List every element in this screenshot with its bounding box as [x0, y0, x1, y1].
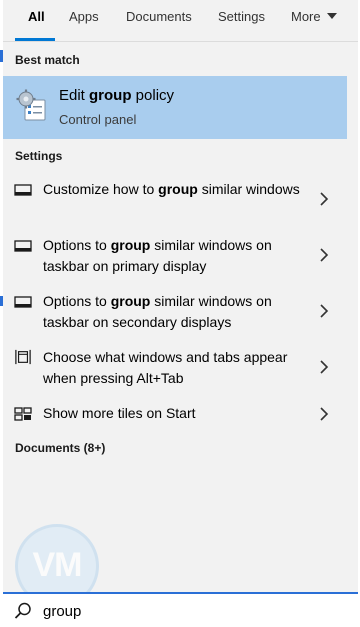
search-box[interactable]	[3, 592, 358, 627]
filter-tabs: All Apps Documents Settings More	[3, 0, 358, 41]
section-best-match: Best match	[15, 53, 80, 67]
settings-result-item[interactable]: Customize how to group similar windows	[3, 178, 347, 222]
settings-result-label: Options to group similar windows on task…	[43, 293, 272, 330]
tabs-divider	[3, 41, 358, 42]
search-panel: All Apps Documents Settings More Best ma…	[0, 0, 360, 627]
start-tiles-icon	[14, 407, 32, 421]
best-match-result[interactable]: Edit group policy Control panel	[3, 76, 347, 139]
taskbar-icon	[14, 240, 32, 252]
settings-result-label: Customize how to group similar windows	[43, 181, 300, 197]
tab-more[interactable]: More	[291, 0, 337, 41]
group-policy-icon	[16, 89, 46, 121]
section-documents[interactable]: Documents (8+)	[15, 441, 105, 455]
best-match-title: Edit group policy	[59, 87, 175, 104]
tab-label: Settings	[218, 9, 265, 24]
taskbar-icon	[14, 296, 32, 308]
settings-result-item[interactable]: Options to group similar windows on task…	[3, 234, 347, 278]
taskbar-icon	[14, 184, 32, 196]
settings-result-item[interactable]: Options to group similar windows on task…	[3, 290, 347, 334]
chevron-right-icon	[320, 192, 329, 206]
chevron-right-icon	[320, 360, 329, 374]
best-match-subtitle: Control panel	[59, 112, 137, 127]
chevron-right-icon	[320, 304, 329, 318]
tab-all[interactable]: All	[15, 0, 55, 41]
chevron-right-icon	[320, 248, 329, 262]
section-settings: Settings	[15, 149, 63, 163]
chevron-right-icon	[320, 407, 329, 421]
background-window-mark	[0, 50, 3, 62]
settings-result-label: Options to group similar windows on task…	[43, 237, 272, 274]
tab-settings[interactable]: Settings	[218, 0, 265, 41]
tab-label: Apps	[69, 9, 99, 24]
tab-label: All	[28, 9, 45, 24]
settings-result-item[interactable]: Choose what windows and tabs appear when…	[3, 346, 347, 390]
tab-documents[interactable]: Documents	[126, 0, 192, 41]
settings-result-label: Show more tiles on Start	[43, 405, 196, 421]
chevron-down-icon	[326, 13, 337, 19]
tab-apps[interactable]: Apps	[69, 0, 99, 41]
tab-label: Documents	[126, 9, 192, 24]
settings-result-item[interactable]: Show more tiles on Start	[3, 402, 347, 428]
search-input[interactable]	[43, 599, 343, 623]
search-icon	[14, 602, 31, 619]
tab-label: More	[291, 9, 321, 24]
settings-result-label: Choose what windows and tabs appear when…	[43, 349, 288, 386]
multitasking-icon	[15, 349, 31, 365]
